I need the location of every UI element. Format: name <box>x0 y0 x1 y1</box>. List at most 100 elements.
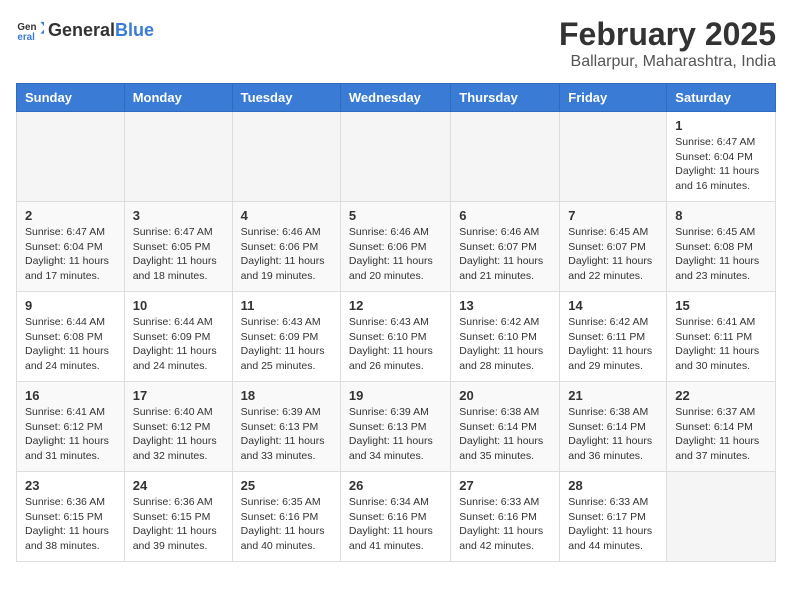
calendar-week-0: 1 Sunrise: 6:47 AM Sunset: 6:04 PM Daylig… <box>17 112 776 202</box>
calendar-cell <box>451 112 560 202</box>
day-number: 16 <box>25 388 116 403</box>
day-info: Sunrise: 6:39 AM Sunset: 6:13 PM Dayligh… <box>241 405 332 464</box>
header-sunday: Sunday <box>17 84 125 112</box>
calendar-header-row: SundayMondayTuesdayWednesdayThursdayFrid… <box>17 84 776 112</box>
svg-text:eral: eral <box>17 32 35 43</box>
logo-text: GeneralBlue <box>48 20 154 41</box>
day-info: Sunrise: 6:46 AM Sunset: 6:06 PM Dayligh… <box>241 225 332 284</box>
day-info: Sunrise: 6:44 AM Sunset: 6:09 PM Dayligh… <box>133 315 224 374</box>
day-info: Sunrise: 6:35 AM Sunset: 6:16 PM Dayligh… <box>241 495 332 554</box>
day-number: 21 <box>568 388 658 403</box>
header-tuesday: Tuesday <box>232 84 340 112</box>
day-number: 27 <box>459 478 551 493</box>
calendar-cell: 24 Sunrise: 6:36 AM Sunset: 6:15 PM Dayli… <box>124 472 232 562</box>
day-number: 2 <box>25 208 116 223</box>
day-number: 8 <box>675 208 767 223</box>
calendar-week-1: 2 Sunrise: 6:47 AM Sunset: 6:04 PM Daylig… <box>17 202 776 292</box>
day-info: Sunrise: 6:36 AM Sunset: 6:15 PM Dayligh… <box>133 495 224 554</box>
calendar-cell: 6Sunrise: 6:46 AM Sunset: 6:07 PM Daylig… <box>451 202 560 292</box>
day-info: Sunrise: 6:41 AM Sunset: 6:12 PM Dayligh… <box>25 405 116 464</box>
day-number: 25 <box>241 478 332 493</box>
calendar-cell: 7 Sunrise: 6:45 AM Sunset: 6:07 PM Daylig… <box>560 202 667 292</box>
day-number: 3 <box>133 208 224 223</box>
header-thursday: Thursday <box>451 84 560 112</box>
calendar-cell: 28 Sunrise: 6:33 AM Sunset: 6:17 PM Dayli… <box>560 472 667 562</box>
day-info: Sunrise: 6:45 AM Sunset: 6:07 PM Dayligh… <box>568 225 658 284</box>
calendar-cell: 12Sunrise: 6:43 AM Sunset: 6:10 PM Dayli… <box>340 292 450 382</box>
calendar-table: SundayMondayTuesdayWednesdayThursdayFrid… <box>16 83 776 562</box>
calendar-cell <box>232 112 340 202</box>
day-number: 26 <box>349 478 442 493</box>
calendar-cell: 10 Sunrise: 6:44 AM Sunset: 6:09 PM Dayli… <box>124 292 232 382</box>
calendar-cell: 22Sunrise: 6:37 AM Sunset: 6:14 PM Dayli… <box>667 382 776 472</box>
calendar-cell <box>560 112 667 202</box>
header-saturday: Saturday <box>667 84 776 112</box>
calendar-cell <box>124 112 232 202</box>
day-info: Sunrise: 6:36 AM Sunset: 6:15 PM Dayligh… <box>25 495 116 554</box>
calendar-cell: 13 Sunrise: 6:42 AM Sunset: 6:10 PM Dayli… <box>451 292 560 382</box>
month-title: February 2025 <box>559 16 776 53</box>
calendar-week-3: 16 Sunrise: 6:41 AM Sunset: 6:12 PM Dayli… <box>17 382 776 472</box>
header-friday: Friday <box>560 84 667 112</box>
day-number: 13 <box>459 298 551 313</box>
day-number: 19 <box>349 388 442 403</box>
calendar-cell: 3 Sunrise: 6:47 AM Sunset: 6:05 PM Daylig… <box>124 202 232 292</box>
day-info: Sunrise: 6:43 AM Sunset: 6:09 PM Dayligh… <box>241 315 332 374</box>
calendar-cell: 18Sunrise: 6:39 AM Sunset: 6:13 PM Dayli… <box>232 382 340 472</box>
calendar-week-4: 23 Sunrise: 6:36 AM Sunset: 6:15 PM Dayli… <box>17 472 776 562</box>
header-monday: Monday <box>124 84 232 112</box>
day-number: 23 <box>25 478 116 493</box>
day-info: Sunrise: 6:47 AM Sunset: 6:04 PM Dayligh… <box>25 225 116 284</box>
day-info: Sunrise: 6:39 AM Sunset: 6:13 PM Dayligh… <box>349 405 442 464</box>
day-number: 1 <box>675 118 767 133</box>
calendar-cell <box>340 112 450 202</box>
day-number: 28 <box>568 478 658 493</box>
calendar-cell: 27Sunrise: 6:33 AM Sunset: 6:16 PM Dayli… <box>451 472 560 562</box>
day-number: 7 <box>568 208 658 223</box>
calendar-cell: 19 Sunrise: 6:39 AM Sunset: 6:13 PM Dayli… <box>340 382 450 472</box>
day-info: Sunrise: 6:42 AM Sunset: 6:10 PM Dayligh… <box>459 315 551 374</box>
calendar-cell: 1 Sunrise: 6:47 AM Sunset: 6:04 PM Daylig… <box>667 112 776 202</box>
day-info: Sunrise: 6:45 AM Sunset: 6:08 PM Dayligh… <box>675 225 767 284</box>
logo: Gen eral GeneralBlue <box>16 16 154 44</box>
logo-icon: Gen eral <box>16 16 44 44</box>
day-number: 17 <box>133 388 224 403</box>
calendar-cell: 11 Sunrise: 6:43 AM Sunset: 6:09 PM Dayli… <box>232 292 340 382</box>
day-number: 11 <box>241 298 332 313</box>
day-number: 24 <box>133 478 224 493</box>
calendar-cell: 4Sunrise: 6:46 AM Sunset: 6:06 PM Daylig… <box>232 202 340 292</box>
day-info: Sunrise: 6:42 AM Sunset: 6:11 PM Dayligh… <box>568 315 658 374</box>
calendar-cell: 5 Sunrise: 6:46 AM Sunset: 6:06 PM Daylig… <box>340 202 450 292</box>
day-number: 5 <box>349 208 442 223</box>
calendar-cell: 21 Sunrise: 6:38 AM Sunset: 6:14 PM Dayli… <box>560 382 667 472</box>
title-area: February 2025 Ballarpur, Maharashtra, In… <box>559 16 776 71</box>
day-info: Sunrise: 6:38 AM Sunset: 6:14 PM Dayligh… <box>459 405 551 464</box>
calendar-cell: 15 Sunrise: 6:41 AM Sunset: 6:11 PM Dayli… <box>667 292 776 382</box>
day-info: Sunrise: 6:46 AM Sunset: 6:06 PM Dayligh… <box>349 225 442 284</box>
day-info: Sunrise: 6:34 AM Sunset: 6:16 PM Dayligh… <box>349 495 442 554</box>
calendar-cell: 9Sunrise: 6:44 AM Sunset: 6:08 PM Daylig… <box>17 292 125 382</box>
calendar-cell <box>17 112 125 202</box>
day-number: 14 <box>568 298 658 313</box>
calendar-cell: 23 Sunrise: 6:36 AM Sunset: 6:15 PM Dayli… <box>17 472 125 562</box>
day-info: Sunrise: 6:38 AM Sunset: 6:14 PM Dayligh… <box>568 405 658 464</box>
day-info: Sunrise: 6:47 AM Sunset: 6:04 PM Dayligh… <box>675 135 767 194</box>
calendar-cell: 8 Sunrise: 6:45 AM Sunset: 6:08 PM Daylig… <box>667 202 776 292</box>
day-info: Sunrise: 6:44 AM Sunset: 6:08 PM Dayligh… <box>25 315 116 374</box>
day-info: Sunrise: 6:47 AM Sunset: 6:05 PM Dayligh… <box>133 225 224 284</box>
day-info: Sunrise: 6:41 AM Sunset: 6:11 PM Dayligh… <box>675 315 767 374</box>
calendar-cell: 20Sunrise: 6:38 AM Sunset: 6:14 PM Dayli… <box>451 382 560 472</box>
day-number: 6 <box>459 208 551 223</box>
day-number: 10 <box>133 298 224 313</box>
calendar-cell: 2 Sunrise: 6:47 AM Sunset: 6:04 PM Daylig… <box>17 202 125 292</box>
calendar-cell: 16 Sunrise: 6:41 AM Sunset: 6:12 PM Dayli… <box>17 382 125 472</box>
day-info: Sunrise: 6:37 AM Sunset: 6:14 PM Dayligh… <box>675 405 767 464</box>
calendar-cell: 26 Sunrise: 6:34 AM Sunset: 6:16 PM Dayli… <box>340 472 450 562</box>
day-number: 15 <box>675 298 767 313</box>
calendar-week-2: 9Sunrise: 6:44 AM Sunset: 6:08 PM Daylig… <box>17 292 776 382</box>
calendar-cell: 25 Sunrise: 6:35 AM Sunset: 6:16 PM Dayli… <box>232 472 340 562</box>
calendar-cell: 17Sunrise: 6:40 AM Sunset: 6:12 PM Dayli… <box>124 382 232 472</box>
calendar-cell <box>667 472 776 562</box>
day-info: Sunrise: 6:43 AM Sunset: 6:10 PM Dayligh… <box>349 315 442 374</box>
day-info: Sunrise: 6:33 AM Sunset: 6:17 PM Dayligh… <box>568 495 658 554</box>
